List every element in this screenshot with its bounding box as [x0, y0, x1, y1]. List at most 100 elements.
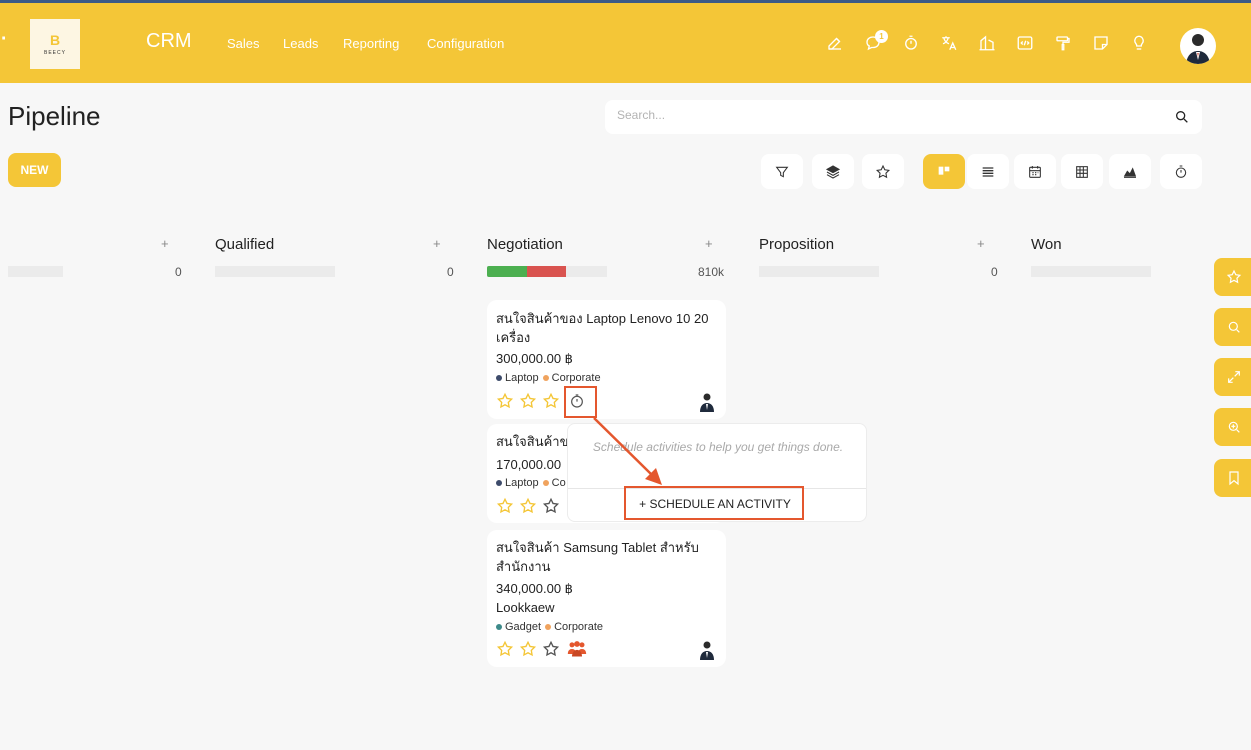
pivot-view-button[interactable] [1061, 154, 1103, 189]
tag: Laptop [496, 477, 539, 489]
priority-stars[interactable] [496, 392, 560, 415]
chat-badge: 1 [875, 30, 888, 43]
user-avatar[interactable] [1180, 28, 1216, 64]
card-tags: Gadget Corporate [496, 621, 603, 633]
annotation-arrow [593, 417, 662, 485]
timer-icon[interactable] [901, 33, 921, 53]
calendar-view-button[interactable] [1014, 154, 1056, 189]
expand-icon [1228, 371, 1240, 383]
activity-view-button[interactable] [1160, 154, 1202, 189]
column-count: 810k [698, 265, 725, 279]
progress-segment-planned[interactable] [487, 266, 527, 277]
app-title[interactable]: CRM [146, 30, 192, 53]
star-icon[interactable] [519, 497, 537, 520]
bookmark-icon [1229, 471, 1239, 486]
list-view-button[interactable] [967, 154, 1009, 189]
kanban-card[interactable]: สนใจสินค้าของ Laptop Lenovo 10 20 เครื่อ… [487, 300, 726, 419]
column-progress-bar [759, 266, 879, 277]
chat-icon[interactable]: 1 [863, 30, 888, 53]
column-count: 0 [175, 265, 182, 279]
graph-view-button[interactable] [1109, 154, 1151, 189]
building-icon[interactable] [977, 33, 997, 53]
star-icon[interactable] [519, 640, 537, 663]
side-favorite-tab[interactable] [1214, 258, 1251, 296]
kanban-view-icon [938, 166, 950, 175]
search-icon[interactable] [1174, 109, 1190, 125]
side-search-tab[interactable] [1214, 308, 1251, 346]
search-input[interactable] [617, 108, 1157, 122]
highlight-box-schedule [624, 486, 804, 520]
tag: Corporate [542, 372, 601, 384]
star-icon[interactable] [519, 392, 537, 415]
tag: Co [542, 477, 566, 489]
star-icon[interactable] [496, 497, 514, 520]
star-icon[interactable] [542, 640, 560, 663]
new-button[interactable]: NEW [8, 153, 61, 187]
column-add-button[interactable]: + [977, 236, 985, 251]
star-icon [1226, 269, 1242, 284]
side-bookmark-tab[interactable] [1214, 459, 1251, 497]
note-icon[interactable] [1091, 33, 1111, 53]
page-title: Pipeline [8, 101, 101, 131]
search-icon [1228, 321, 1240, 333]
filter-button[interactable] [761, 154, 803, 189]
card-title: สนใจสินค้าของ Laptop Lenovo 10 20 เครื่อ… [496, 311, 709, 345]
card-tags: Laptop Co [496, 477, 566, 489]
menu-reporting[interactable]: Reporting [343, 36, 399, 51]
code-icon[interactable] [1015, 33, 1035, 53]
zoom-icon [1228, 421, 1240, 433]
menu-leads[interactable]: Leads [283, 36, 318, 51]
list-view-icon [982, 166, 994, 177]
column-progress-bar[interactable] [487, 266, 607, 277]
assignee-avatar[interactable] [698, 640, 716, 660]
star-icon[interactable] [542, 392, 560, 415]
group-by-button[interactable] [812, 154, 854, 189]
logo-text: BEECY [44, 49, 66, 56]
kanban-view-button[interactable] [923, 154, 965, 189]
assignee-avatar[interactable] [698, 392, 716, 412]
column-progress-bar [1031, 266, 1151, 277]
side-expand-tab[interactable] [1214, 358, 1251, 396]
favorites-button[interactable] [862, 154, 904, 189]
card-amount: 300,000.00 ฿ [496, 351, 573, 366]
column-count: 0 [447, 265, 454, 279]
activity-view-icon [1175, 164, 1187, 178]
column-add-button[interactable]: + [705, 236, 713, 251]
column-add-button[interactable]: + [433, 236, 441, 251]
star-icon [875, 164, 891, 178]
star-icon[interactable] [496, 392, 514, 415]
translate-icon[interactable] [939, 33, 959, 53]
card-tags: Laptop Corporate [496, 372, 601, 384]
navbar: ∵ B BEECY CRM Sales Leads Reporting Conf… [0, 3, 1251, 83]
search-bar[interactable] [605, 100, 1202, 134]
card-title: สนใจสินค้า Samsung Tablet สำหรับสำนักงาน [496, 540, 699, 574]
column-title-negotiation[interactable]: Negotiation [487, 236, 563, 253]
logo-mark: B [49, 31, 61, 48]
column-title-won[interactable]: Won [1031, 236, 1062, 253]
tag: Gadget [496, 621, 541, 633]
tag: Laptop [496, 372, 539, 384]
menu-configuration[interactable]: Configuration [427, 36, 504, 51]
meeting-activity-icon[interactable] [567, 640, 587, 658]
pivot-view-icon [1076, 165, 1088, 178]
star-icon[interactable] [542, 497, 560, 520]
calendar-view-icon [1029, 165, 1041, 178]
filter-icon [775, 166, 789, 178]
star-icon[interactable] [496, 640, 514, 663]
company-logo[interactable]: B BEECY [30, 19, 80, 69]
edit-icon[interactable] [825, 33, 845, 53]
progress-segment-overdue[interactable] [526, 266, 567, 277]
paint-roller-icon[interactable] [1053, 33, 1073, 53]
tag: Corporate [545, 621, 603, 633]
apps-menu-icon[interactable]: ∵ [0, 28, 7, 59]
column-add-button[interactable]: + [161, 236, 169, 251]
kanban-card[interactable]: สนใจสินค้า Samsung Tablet สำหรับสำนักงาน… [487, 530, 726, 667]
layers-icon [825, 164, 841, 179]
side-zoom-tab[interactable] [1214, 408, 1251, 446]
menu-sales[interactable]: Sales [227, 36, 260, 51]
lightbulb-icon[interactable] [1129, 33, 1149, 53]
column-title-qualified[interactable]: Qualified [215, 236, 274, 253]
column-title-proposition[interactable]: Proposition [759, 236, 834, 253]
priority-stars[interactable] [496, 497, 560, 520]
priority-stars[interactable] [496, 640, 560, 663]
